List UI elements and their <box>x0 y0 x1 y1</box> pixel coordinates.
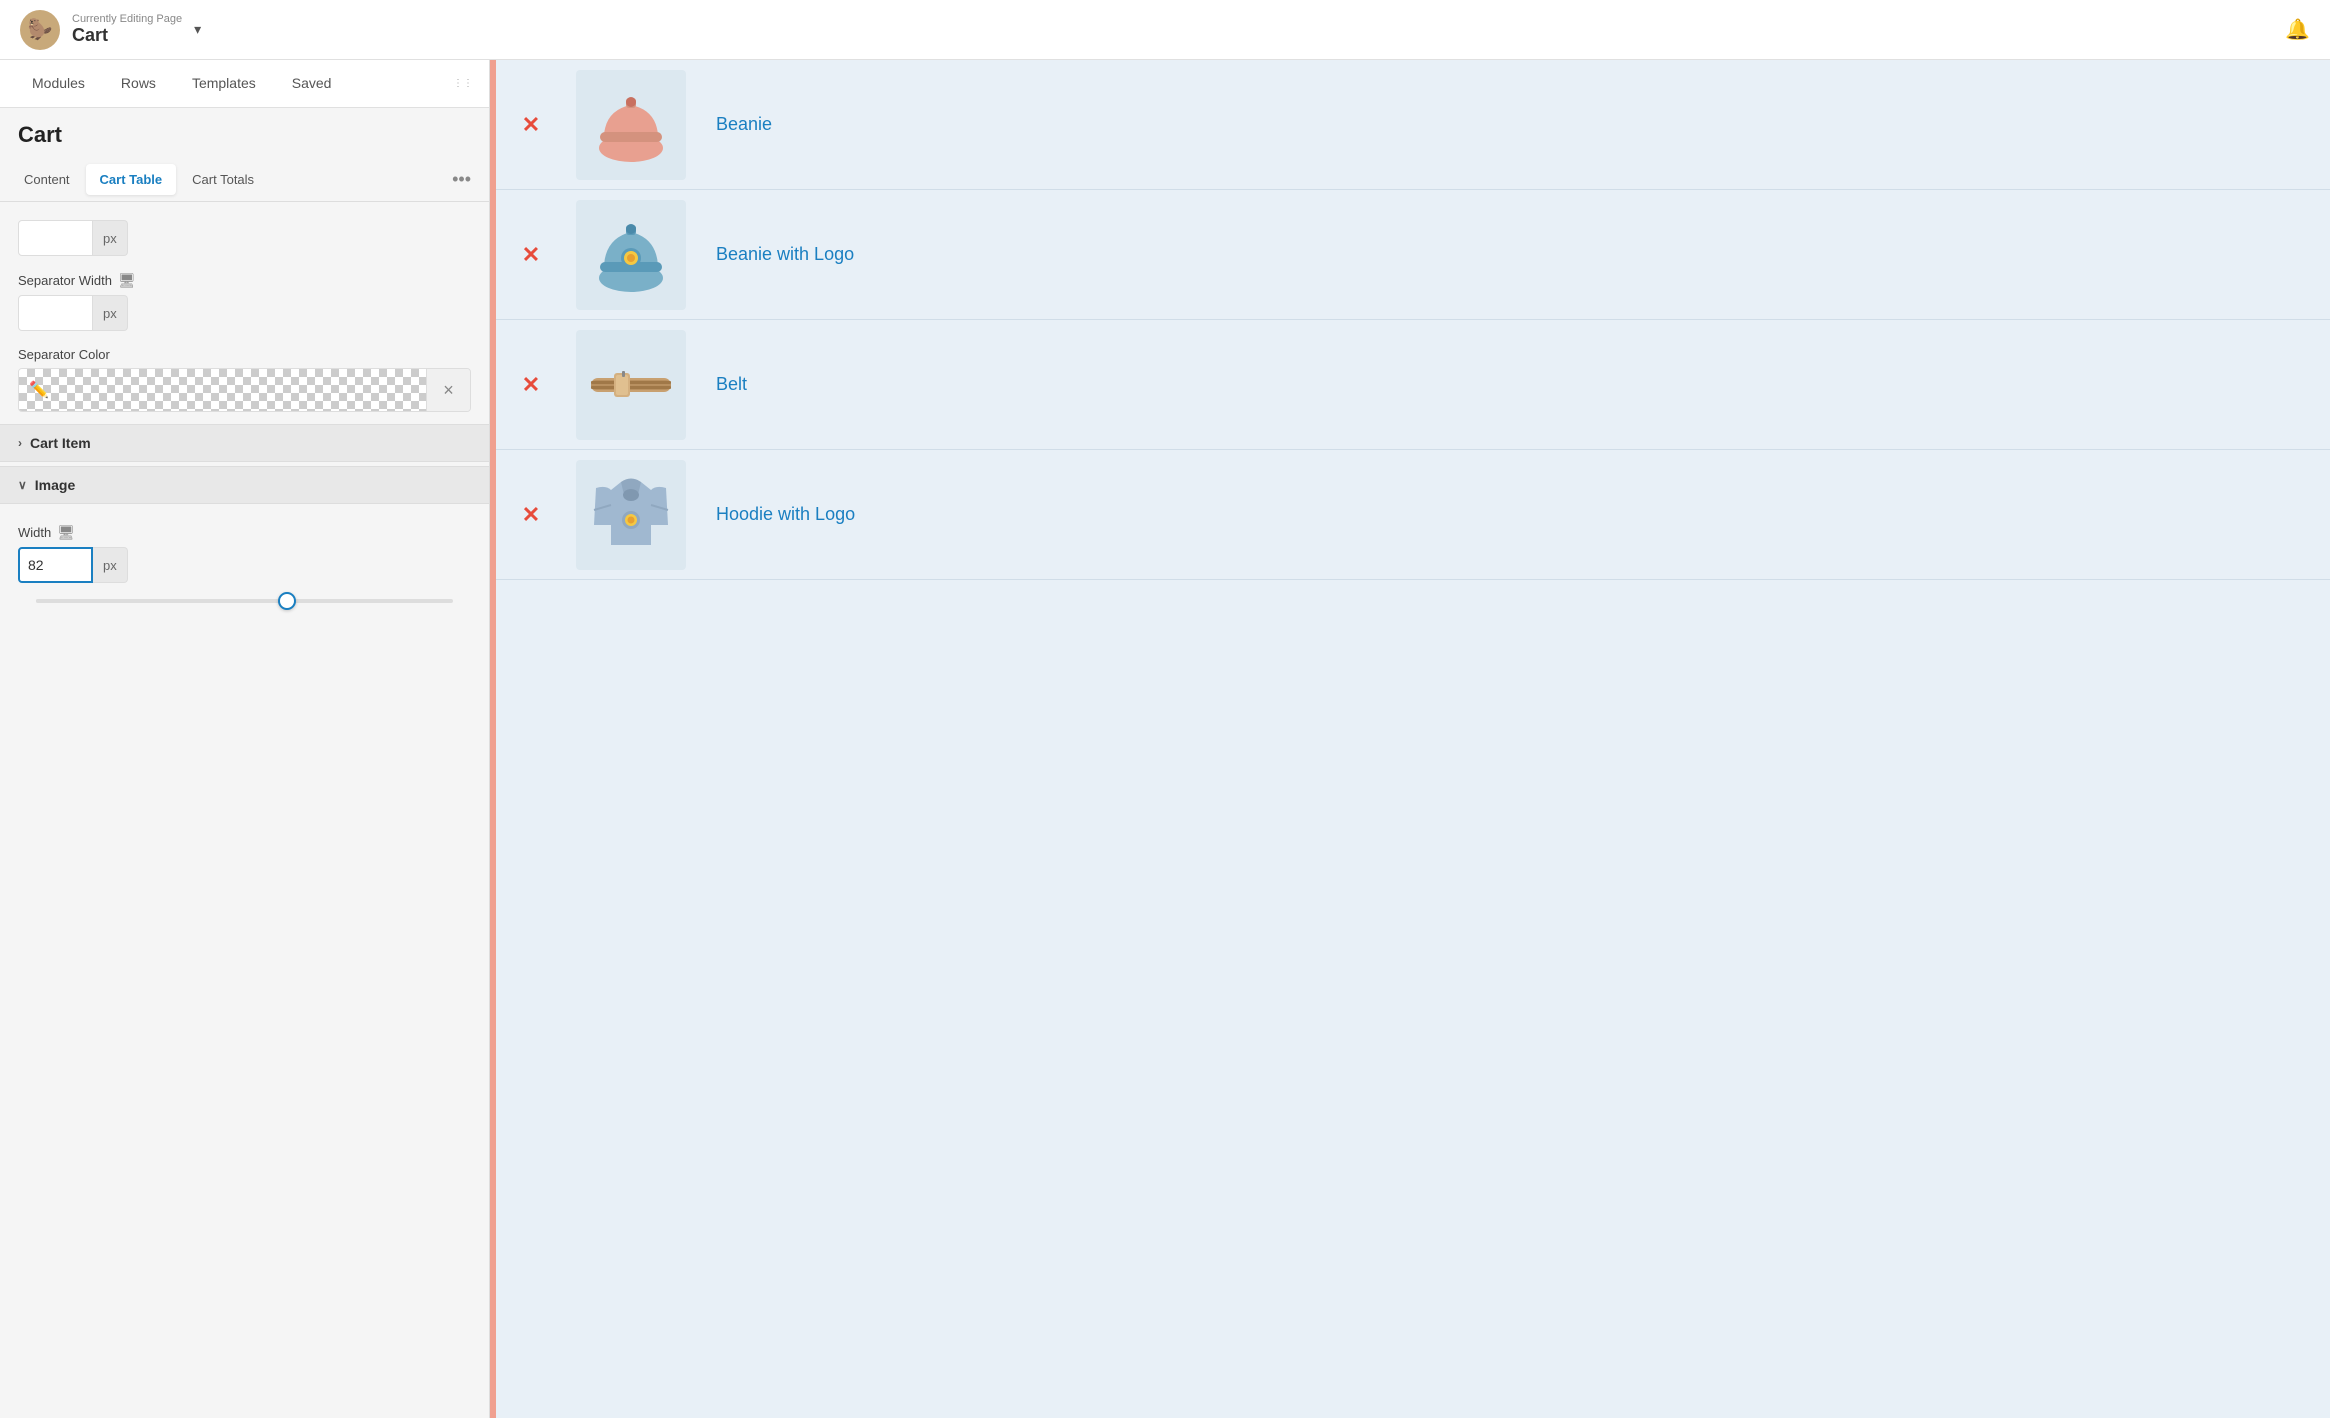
editing-label: Currently Editing Page <box>72 13 182 25</box>
belt-image-wrap <box>566 322 696 448</box>
cart-item-hoodie: ✕ H <box>496 450 2330 580</box>
width-input[interactable] <box>18 547 93 583</box>
cart-item-label: Cart Item <box>30 435 91 451</box>
sub-tab-content[interactable]: Content <box>10 164 84 195</box>
beanie-name: Beanie <box>696 114 2330 135</box>
more-options-button[interactable]: ••• <box>444 165 479 194</box>
monitor-icon: 🖥 <box>118 272 136 289</box>
separator-color-label: Separator Color <box>18 347 471 362</box>
tab-modules[interactable]: Modules <box>16 67 101 101</box>
remove-hoodie-icon[interactable]: ✕ <box>522 502 540 528</box>
top-px-input-group: px <box>18 220 471 256</box>
width-slider-track[interactable] <box>36 599 453 603</box>
hoodie-image <box>576 460 686 570</box>
remove-beanie-logo-icon[interactable]: ✕ <box>522 242 540 268</box>
separator-color-row: Separator Color ✏️ × <box>0 339 489 420</box>
beanie-logo-image-wrap <box>566 192 696 318</box>
width-label: Width 🖥 <box>18 524 471 541</box>
width-unit: px <box>93 547 128 583</box>
cart-item-beanie: ✕ Beanie <box>496 60 2330 190</box>
hoodie-name: Hoodie with Logo <box>696 504 2330 525</box>
color-clear-button[interactable]: × <box>426 369 470 411</box>
belt-svg <box>586 340 676 430</box>
main-layout: Modules Rows Templates Saved ⋮⋮ Cart Con… <box>0 60 2330 1418</box>
hoodie-svg <box>586 470 676 560</box>
width-monitor-icon: 🖥 <box>57 524 75 541</box>
right-panel: ✕ Beanie ✕ <box>496 60 2330 1418</box>
checker-pattern: ✏️ <box>19 369 426 411</box>
belt-image <box>576 330 686 440</box>
eyedropper-icon[interactable]: ✏️ <box>29 380 49 400</box>
separator-width-row: Separator Width 🖥 px <box>0 264 489 339</box>
remove-belt-button[interactable]: ✕ <box>496 372 566 398</box>
beanie-image-wrap <box>566 62 696 188</box>
chevron-down-icon[interactable]: ▾ <box>194 21 201 38</box>
avatar: 🦫 <box>20 10 60 50</box>
sub-tab-cart-totals[interactable]: Cart Totals <box>178 164 268 195</box>
section-image[interactable]: ∨ Image <box>0 466 489 504</box>
tab-rows[interactable]: Rows <box>105 67 172 101</box>
scroll-indicator: ⋮⋮ <box>453 78 473 89</box>
cart-item-beanie-logo: ✕ Beanie with Logo <box>496 190 2330 320</box>
panel-content: px Separator Width 🖥 px Separator Color <box>0 202 489 1418</box>
section-cart-item[interactable]: › Cart Item <box>0 424 489 462</box>
separator-width-unit: px <box>93 295 128 331</box>
separator-width-input-group: px <box>18 295 471 331</box>
top-px-row: px <box>0 212 489 264</box>
left-panel: Modules Rows Templates Saved ⋮⋮ Cart Con… <box>0 60 490 1418</box>
beanie-svg <box>586 80 676 170</box>
sub-tabs: Content Cart Table Cart Totals ••• <box>0 158 489 202</box>
image-section-content: Width 🖥 px <box>0 504 489 619</box>
top-tabs: Modules Rows Templates Saved ⋮⋮ <box>0 60 489 108</box>
beanie-logo-name: Beanie with Logo <box>696 244 2330 265</box>
width-slider-row <box>18 583 471 607</box>
remove-beanie-logo-button[interactable]: ✕ <box>496 242 566 268</box>
hoodie-image-wrap <box>566 452 696 578</box>
width-input-group: px <box>18 547 471 583</box>
tab-templates[interactable]: Templates <box>176 67 272 101</box>
page-title-text: Cart <box>72 25 182 46</box>
panel-title: Cart <box>18 122 62 147</box>
image-label: Image <box>35 477 75 493</box>
belt-name: Belt <box>696 374 2330 395</box>
top-px-input[interactable] <box>18 220 93 256</box>
top-bar-left: 🦫 Currently Editing Page Cart ▾ <box>20 10 201 50</box>
panel-title-bar: Cart <box>0 108 489 158</box>
sub-tab-cart-table[interactable]: Cart Table <box>86 164 177 195</box>
remove-hoodie-button[interactable]: ✕ <box>496 502 566 528</box>
cart-item-toggle-icon: › <box>18 436 22 450</box>
image-toggle-icon: ∨ <box>18 478 27 492</box>
cart-item-belt: ✕ Belt <box>496 320 2330 450</box>
remove-beanie-icon[interactable]: ✕ <box>522 112 540 138</box>
separator-width-label: Separator Width 🖥 <box>18 272 471 289</box>
top-bar: 🦫 Currently Editing Page Cart ▾ 🔔 <box>0 0 2330 60</box>
bell-icon[interactable]: 🔔 <box>2285 17 2310 42</box>
tab-saved[interactable]: Saved <box>276 67 348 101</box>
top-px-unit: px <box>93 220 128 256</box>
app-title: Currently Editing Page Cart <box>72 13 182 46</box>
remove-beanie-button[interactable]: ✕ <box>496 112 566 138</box>
width-slider-thumb[interactable] <box>278 592 296 610</box>
beanie-logo-svg <box>586 210 676 300</box>
beanie-logo-image <box>576 200 686 310</box>
separator-width-input[interactable] <box>18 295 93 331</box>
color-picker-area[interactable]: ✏️ × <box>18 368 471 412</box>
beanie-image <box>576 70 686 180</box>
width-slider-fill <box>36 599 286 603</box>
remove-belt-icon[interactable]: ✕ <box>522 372 540 398</box>
